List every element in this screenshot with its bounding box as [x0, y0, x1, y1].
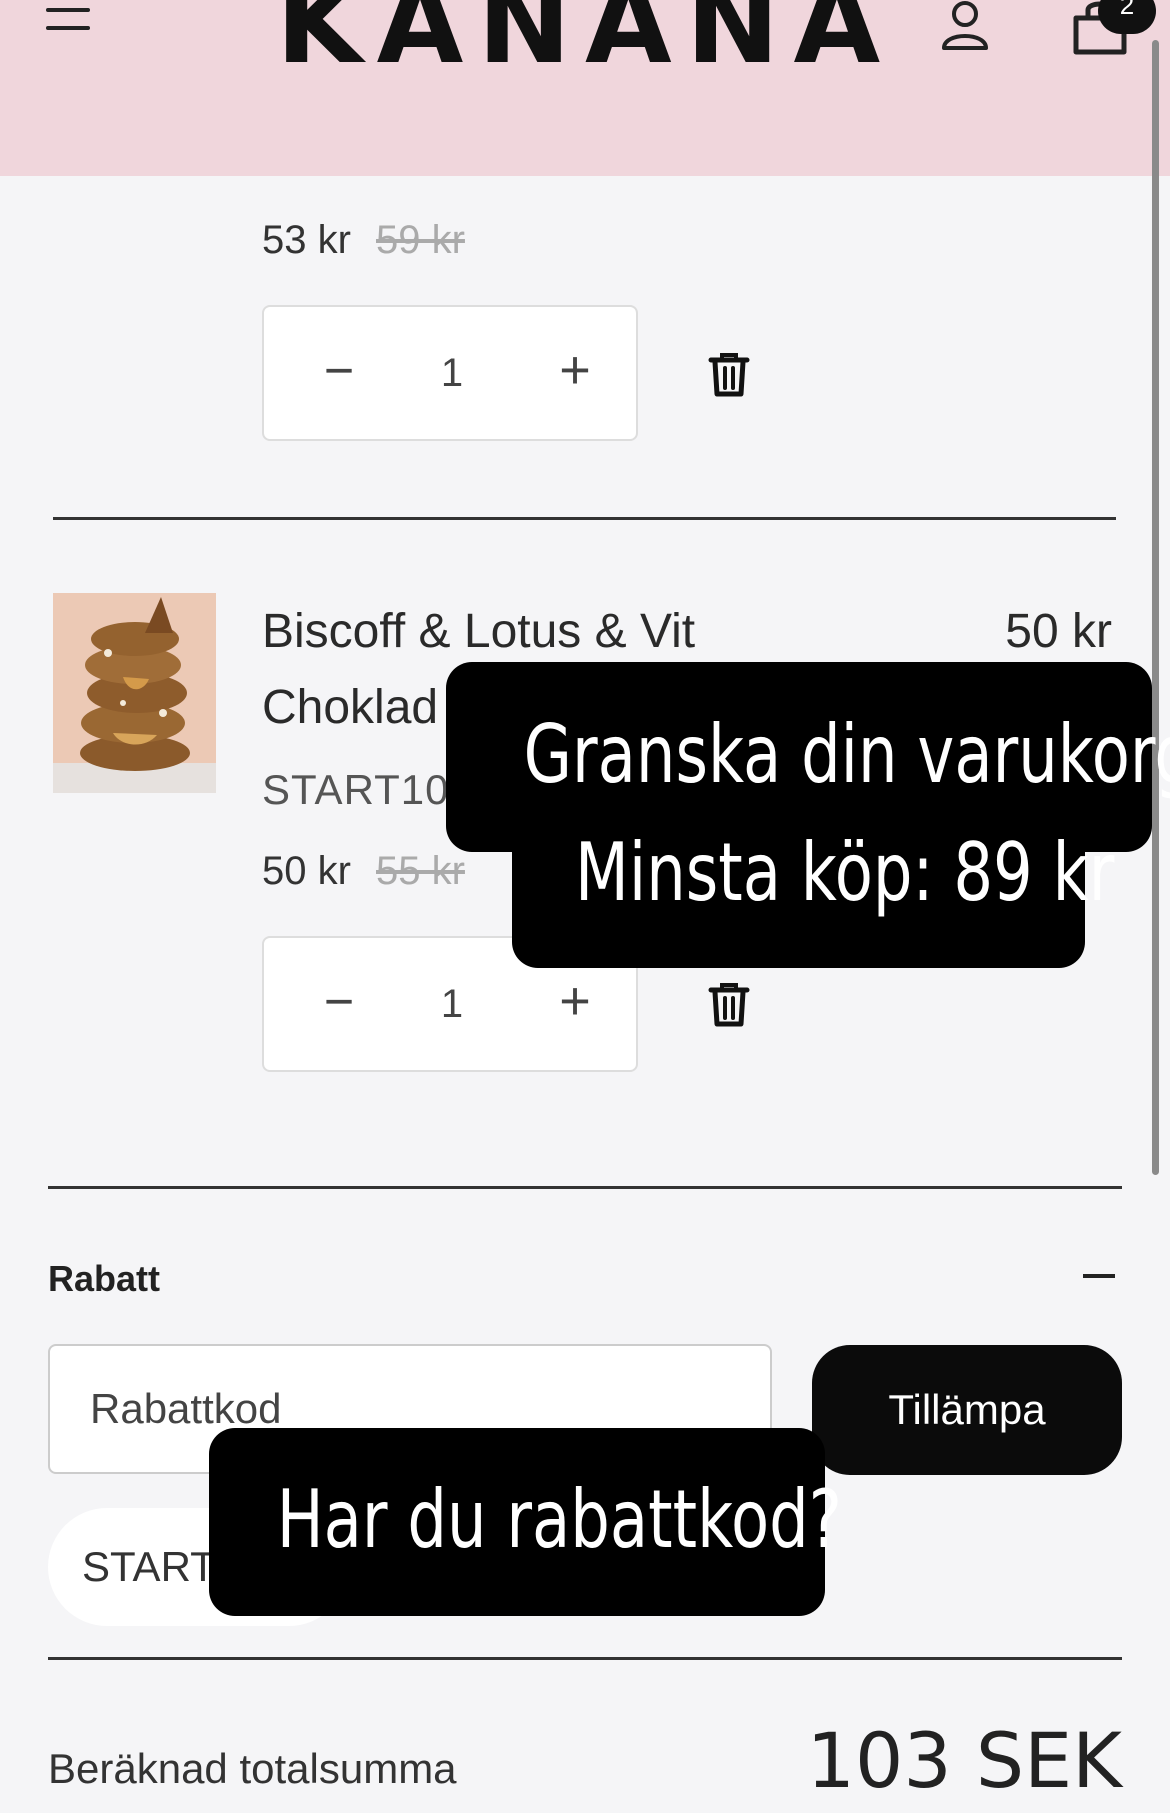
trash-icon[interactable] [707, 350, 751, 398]
overlay-text-minimum-purchase: Minsta köp: 89 kr [575, 826, 1115, 919]
item-price-current: 53 kr [262, 218, 351, 262]
scrollbar[interactable] [1152, 40, 1159, 1175]
apply-discount-button[interactable]: Tillämpa [812, 1345, 1122, 1475]
applied-discount-code: START10 [262, 766, 450, 813]
total-value: 103 SEK [806, 1716, 1122, 1805]
total-label: Beräknad totalsumma [48, 1745, 457, 1792]
item-price-current: 50 kr [262, 849, 351, 893]
quantity-stepper: − 1 + [262, 305, 638, 441]
summary-divider [48, 1657, 1122, 1660]
item-divider [53, 517, 1116, 520]
cart-count-badge: 2 [1098, 0, 1156, 34]
item-price-original: 55 kr [376, 849, 465, 893]
item-price-original: 59 kr [376, 218, 465, 262]
increase-quantity-button[interactable]: + [550, 339, 600, 401]
account-icon[interactable] [940, 0, 990, 52]
discount-section-label[interactable]: Rabatt [48, 1258, 160, 1300]
site-header: KANANA 2 [0, 0, 1170, 176]
brand-logo[interactable]: KANANA [0, 0, 1170, 80]
item-line-price: 50 kr [1005, 605, 1112, 658]
section-divider [48, 1186, 1122, 1189]
overlay-text-review-cart: Granska din varukorg [523, 708, 1170, 801]
increase-quantity-button[interactable]: + [550, 970, 600, 1032]
collapse-discount-icon[interactable] [1083, 1274, 1115, 1278]
overlay-text-discount-question: Har du rabattkod? [276, 1473, 842, 1566]
trash-icon[interactable] [707, 980, 751, 1028]
product-image[interactable] [53, 593, 216, 793]
item-title-line1[interactable]: Biscoff & Lotus & Vit [262, 604, 695, 659]
item-title-line2[interactable]: Choklad [262, 680, 438, 735]
